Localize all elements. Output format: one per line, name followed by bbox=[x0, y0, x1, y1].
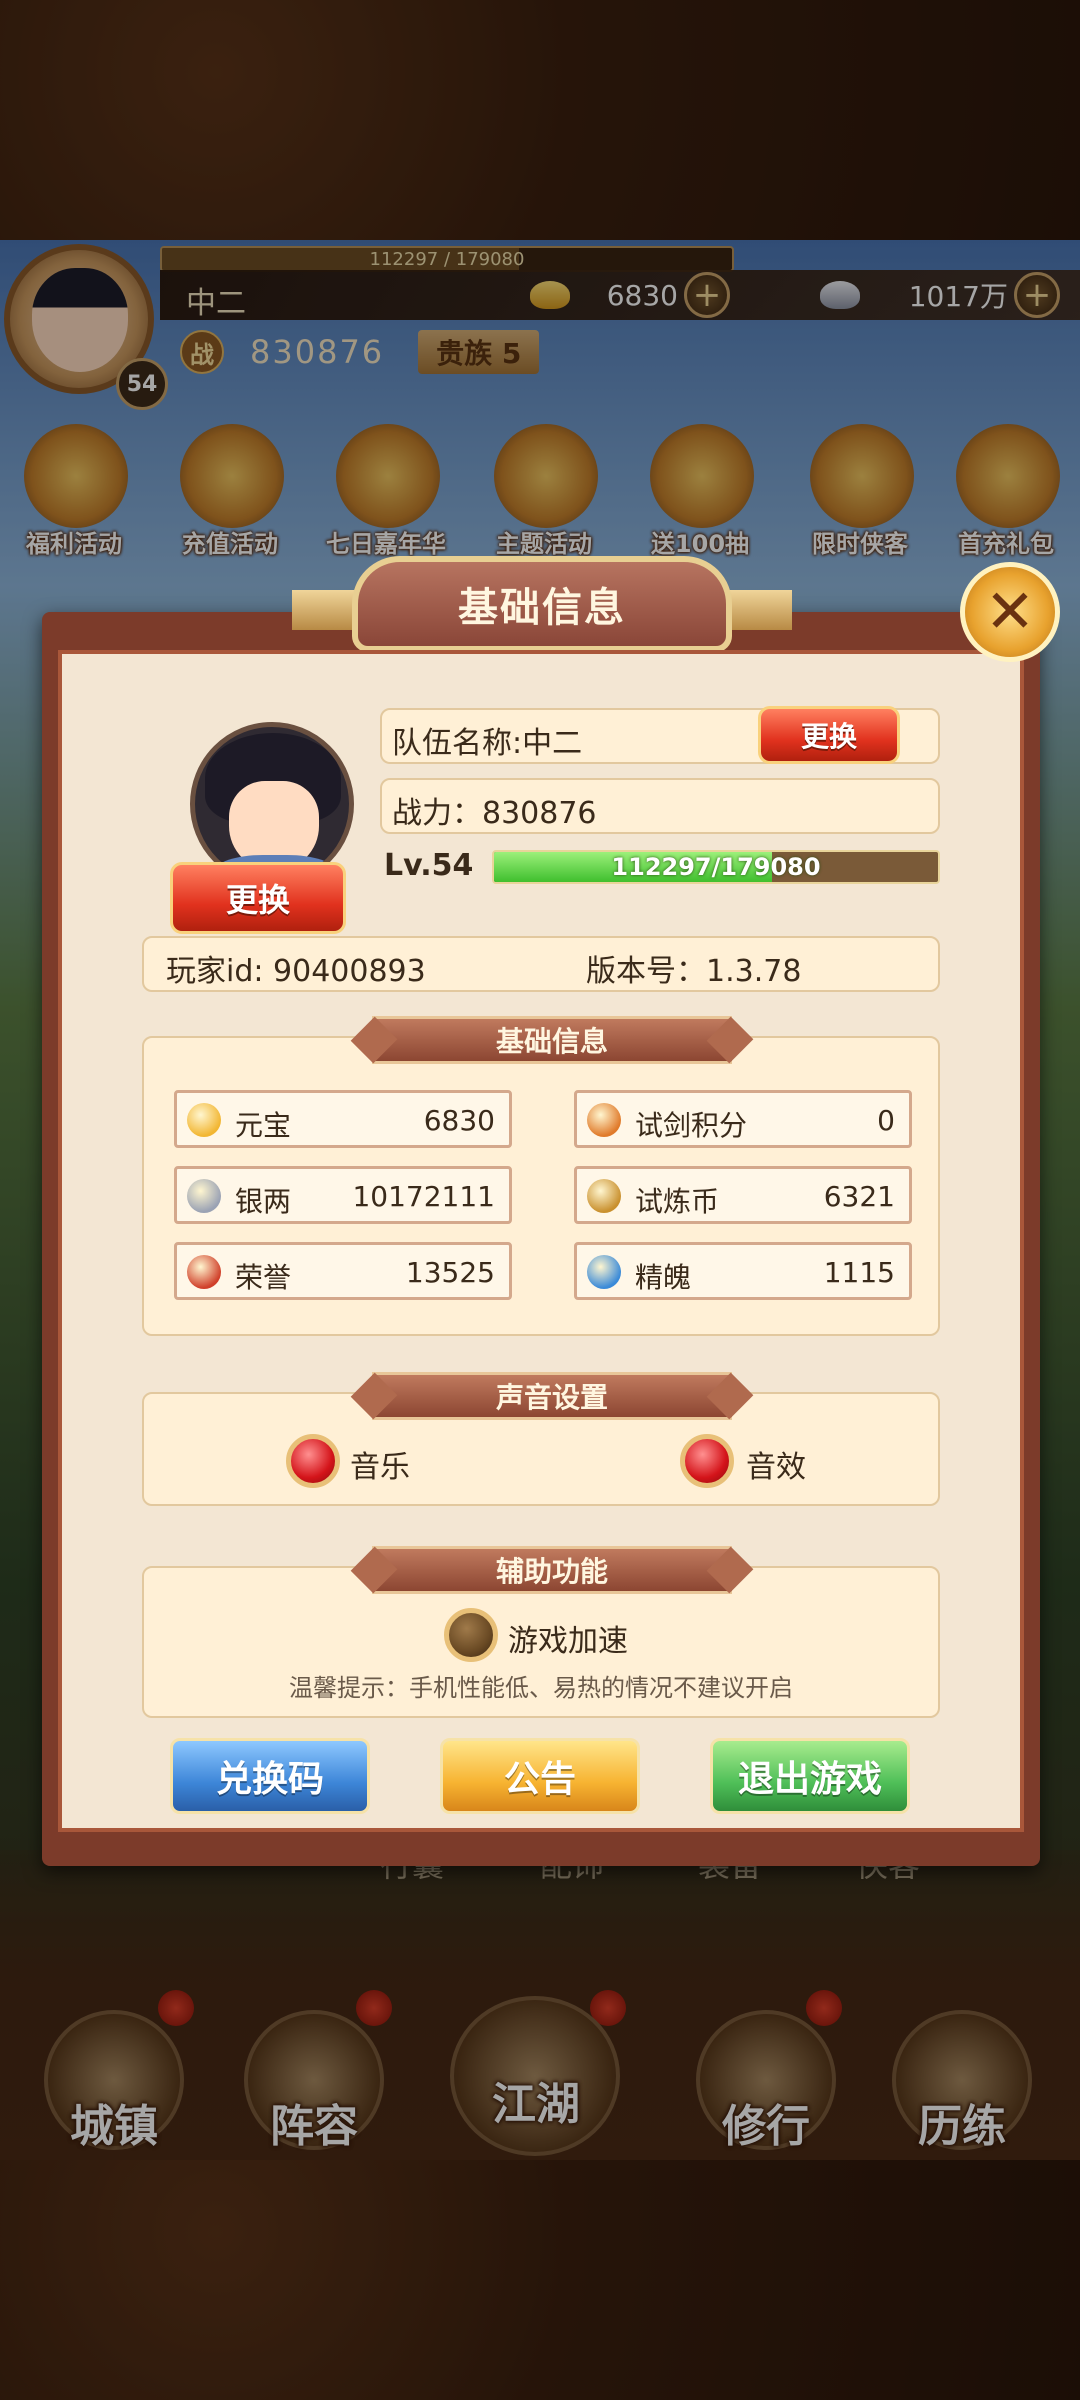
stat-name: 精魄 bbox=[635, 1261, 692, 1294]
change-avatar-button[interactable]: 更换 bbox=[170, 862, 346, 934]
sound-settings-banner: 声音设置 bbox=[372, 1372, 732, 1420]
music-toggle[interactable] bbox=[286, 1434, 340, 1488]
dialog-body: 更换 队伍名称:中二 更换 战力：830876 Lv.54 112297/179… bbox=[58, 650, 1024, 1832]
stat-trial-coin: 试炼币 6321 bbox=[574, 1166, 912, 1224]
power-text: 战力：830876 bbox=[392, 796, 597, 831]
sword-token-icon bbox=[587, 1103, 621, 1137]
stat-gold: 元宝 6830 bbox=[174, 1090, 512, 1148]
team-name-text: 队伍名称:中二 bbox=[392, 726, 583, 761]
version-text: 版本号：1.3.78 bbox=[586, 954, 802, 989]
basic-info-dialog: 基础信息 更换 队伍名称:中二 更换 战力：830876 Lv.54 11229… bbox=[42, 556, 1040, 1866]
notice-button[interactable]: 公告 bbox=[440, 1738, 640, 1814]
close-dialog-button[interactable]: ✕ bbox=[960, 562, 1060, 662]
game-speed-label: 游戏加速 bbox=[508, 1624, 628, 1659]
stat-sword-points: 试剑积分 0 bbox=[574, 1090, 912, 1148]
stat-spirit: 精魄 1115 bbox=[574, 1242, 912, 1300]
exp-progress-bar: 112297/179080 bbox=[492, 850, 940, 884]
stat-value: 0 bbox=[877, 1104, 895, 1137]
stat-value: 10172111 bbox=[352, 1180, 495, 1213]
stat-name: 银两 bbox=[235, 1185, 292, 1218]
redeem-code-button[interactable]: 兑换码 bbox=[170, 1738, 370, 1814]
gold-ingot-icon bbox=[187, 1103, 221, 1137]
music-label: 音乐 bbox=[350, 1450, 410, 1485]
trial-coin-icon bbox=[587, 1179, 621, 1213]
stat-silver: 银两 10172111 bbox=[174, 1166, 512, 1224]
change-team-name-button[interactable]: 更换 bbox=[758, 706, 900, 764]
stat-value: 13525 bbox=[405, 1256, 495, 1289]
stat-name: 荣誉 bbox=[235, 1261, 292, 1294]
silver-ingot-icon bbox=[187, 1179, 221, 1213]
stat-value: 6830 bbox=[423, 1104, 495, 1137]
player-id-text: 玩家id: 90400893 bbox=[166, 954, 426, 989]
sfx-label: 音效 bbox=[746, 1450, 806, 1485]
id-version-box: 玩家id: 90400893 版本号：1.3.78 bbox=[142, 936, 940, 992]
exp-progress-text: 112297/179080 bbox=[611, 853, 821, 881]
honor-icon bbox=[187, 1255, 221, 1289]
logout-button[interactable]: 退出游戏 bbox=[710, 1738, 910, 1814]
close-icon: ✕ bbox=[984, 577, 1036, 647]
spirit-icon bbox=[587, 1255, 621, 1289]
sfx-toggle[interactable] bbox=[680, 1434, 734, 1488]
assist-banner: 辅助功能 bbox=[372, 1546, 732, 1594]
stat-name: 试剑积分 bbox=[635, 1109, 748, 1142]
game-speed-toggle[interactable] bbox=[444, 1608, 498, 1662]
stat-value: 1115 bbox=[823, 1256, 895, 1289]
stat-name: 元宝 bbox=[235, 1109, 292, 1142]
power-box: 战力：830876 bbox=[380, 778, 940, 834]
stat-name: 试炼币 bbox=[635, 1185, 720, 1218]
dialog-title-plate: 基础信息 bbox=[352, 556, 732, 652]
level-text: Lv.54 bbox=[384, 848, 474, 883]
dialog-title: 基础信息 bbox=[458, 585, 626, 631]
stat-value: 6321 bbox=[823, 1180, 895, 1213]
basic-info-banner: 基础信息 bbox=[372, 1016, 732, 1064]
stat-honor: 荣誉 13525 bbox=[174, 1242, 512, 1300]
performance-tip: 温馨提示：手机性能低、易热的情况不建议开启 bbox=[289, 1674, 793, 1702]
